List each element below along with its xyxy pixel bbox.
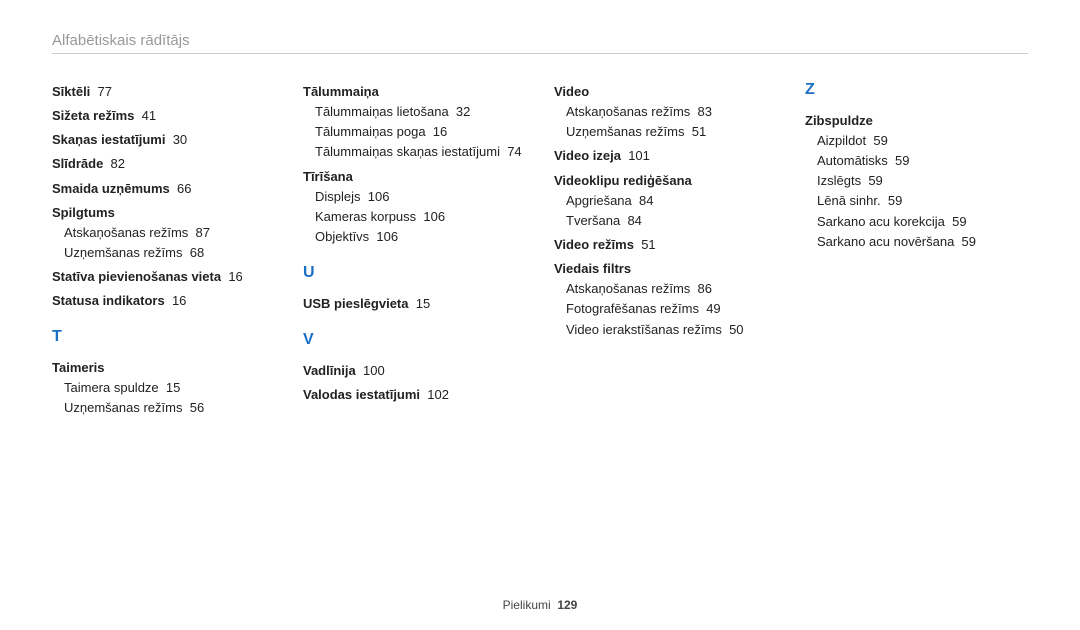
- index-term: Viedais filtrs: [554, 259, 777, 279]
- index-subterm: Kameras korpuss 106: [303, 207, 526, 227]
- index-term: Sižeta režīms 41: [52, 106, 275, 126]
- index-subterm: Sarkano acu korekcija 59: [805, 212, 1028, 232]
- index-term: Smaida uzņēmums 66: [52, 179, 275, 199]
- footer-label: Pielikumi: [503, 598, 551, 612]
- index-subterm: Displejs 106: [303, 187, 526, 207]
- column-2: Tālummaiņa Tālummaiņas lietošana 32 Tālu…: [303, 78, 526, 419]
- page-footer: Pielikumi 129: [0, 598, 1080, 612]
- index-columns: Sīktēli 77 Sižeta režīms 41 Skaņas iesta…: [52, 78, 1028, 419]
- index-letter-z: Z: [805, 78, 1028, 103]
- index-subterm: Aizpildot 59: [805, 131, 1028, 151]
- index-term: Spilgtums: [52, 203, 275, 223]
- index-subterm: Objektīvs 106: [303, 227, 526, 247]
- index-subterm: Automātisks 59: [805, 151, 1028, 171]
- divider: [52, 53, 1028, 54]
- index-subterm: Atskaņošanas režīms 83: [554, 102, 777, 122]
- index-subterm: Tālummaiņas poga 16: [303, 122, 526, 142]
- index-term: Video režīms 51: [554, 235, 777, 255]
- index-subterm: Tālummaiņas lietošana 32: [303, 102, 526, 122]
- index-subterm: Atskaņošanas režīms 87: [52, 223, 275, 243]
- index-subterm: Tālummaiņas skaņas iestatījumi 74: [303, 142, 526, 162]
- index-term: Statusa indikators 16: [52, 291, 275, 311]
- index-term: Slīdrāde 82: [52, 154, 275, 174]
- index-subterm: Uzņemšanas režīms 56: [52, 398, 275, 418]
- column-3: Video Atskaņošanas režīms 83 Uzņemšanas …: [554, 78, 777, 419]
- index-letter-v: V: [303, 328, 526, 353]
- column-1: Sīktēli 77 Sižeta režīms 41 Skaņas iesta…: [52, 78, 275, 419]
- index-letter-t: T: [52, 325, 275, 350]
- index-term: Tīrīšana: [303, 167, 526, 187]
- page-number: 129: [557, 598, 577, 612]
- index-term: Sīktēli 77: [52, 82, 275, 102]
- index-term: Statīva pievienošanas vieta 16: [52, 267, 275, 287]
- index-term: Skaņas iestatījumi 30: [52, 130, 275, 150]
- index-term: Zibspuldze: [805, 111, 1028, 131]
- page-header: Alfabētiskais rādītājs: [52, 32, 1028, 49]
- index-term: Video: [554, 82, 777, 102]
- page: Alfabētiskais rādītājs Sīktēli 77 Sižeta…: [0, 0, 1080, 419]
- index-subterm: Sarkano acu novēršana 59: [805, 232, 1028, 252]
- index-subterm: Izslēgts 59: [805, 171, 1028, 191]
- index-subterm: Fotografēšanas režīms 49: [554, 299, 777, 319]
- column-4: Z Zibspuldze Aizpildot 59 Automātisks 59…: [805, 78, 1028, 419]
- index-term: Tālummaiņa: [303, 82, 526, 102]
- index-term: Valodas iestatījumi 102: [303, 385, 526, 405]
- index-subterm: Lēnā sinhr. 59: [805, 191, 1028, 211]
- index-letter-u: U: [303, 261, 526, 286]
- index-subterm: Apgriešana 84: [554, 191, 777, 211]
- index-subterm: Tveršana 84: [554, 211, 777, 231]
- index-term: Video izeja 101: [554, 146, 777, 166]
- index-term: Videoklipu rediģēšana: [554, 171, 777, 191]
- index-term: USB pieslēgvieta 15: [303, 294, 526, 314]
- index-subterm: Video ierakstīšanas režīms 50: [554, 320, 777, 340]
- index-subterm: Atskaņošanas režīms 86: [554, 279, 777, 299]
- index-subterm: Uzņemšanas režīms 51: [554, 122, 777, 142]
- index-term: Taimeris: [52, 358, 275, 378]
- index-subterm: Uzņemšanas režīms 68: [52, 243, 275, 263]
- index-term: Vadlīnija 100: [303, 361, 526, 381]
- index-subterm: Taimera spuldze 15: [52, 378, 275, 398]
